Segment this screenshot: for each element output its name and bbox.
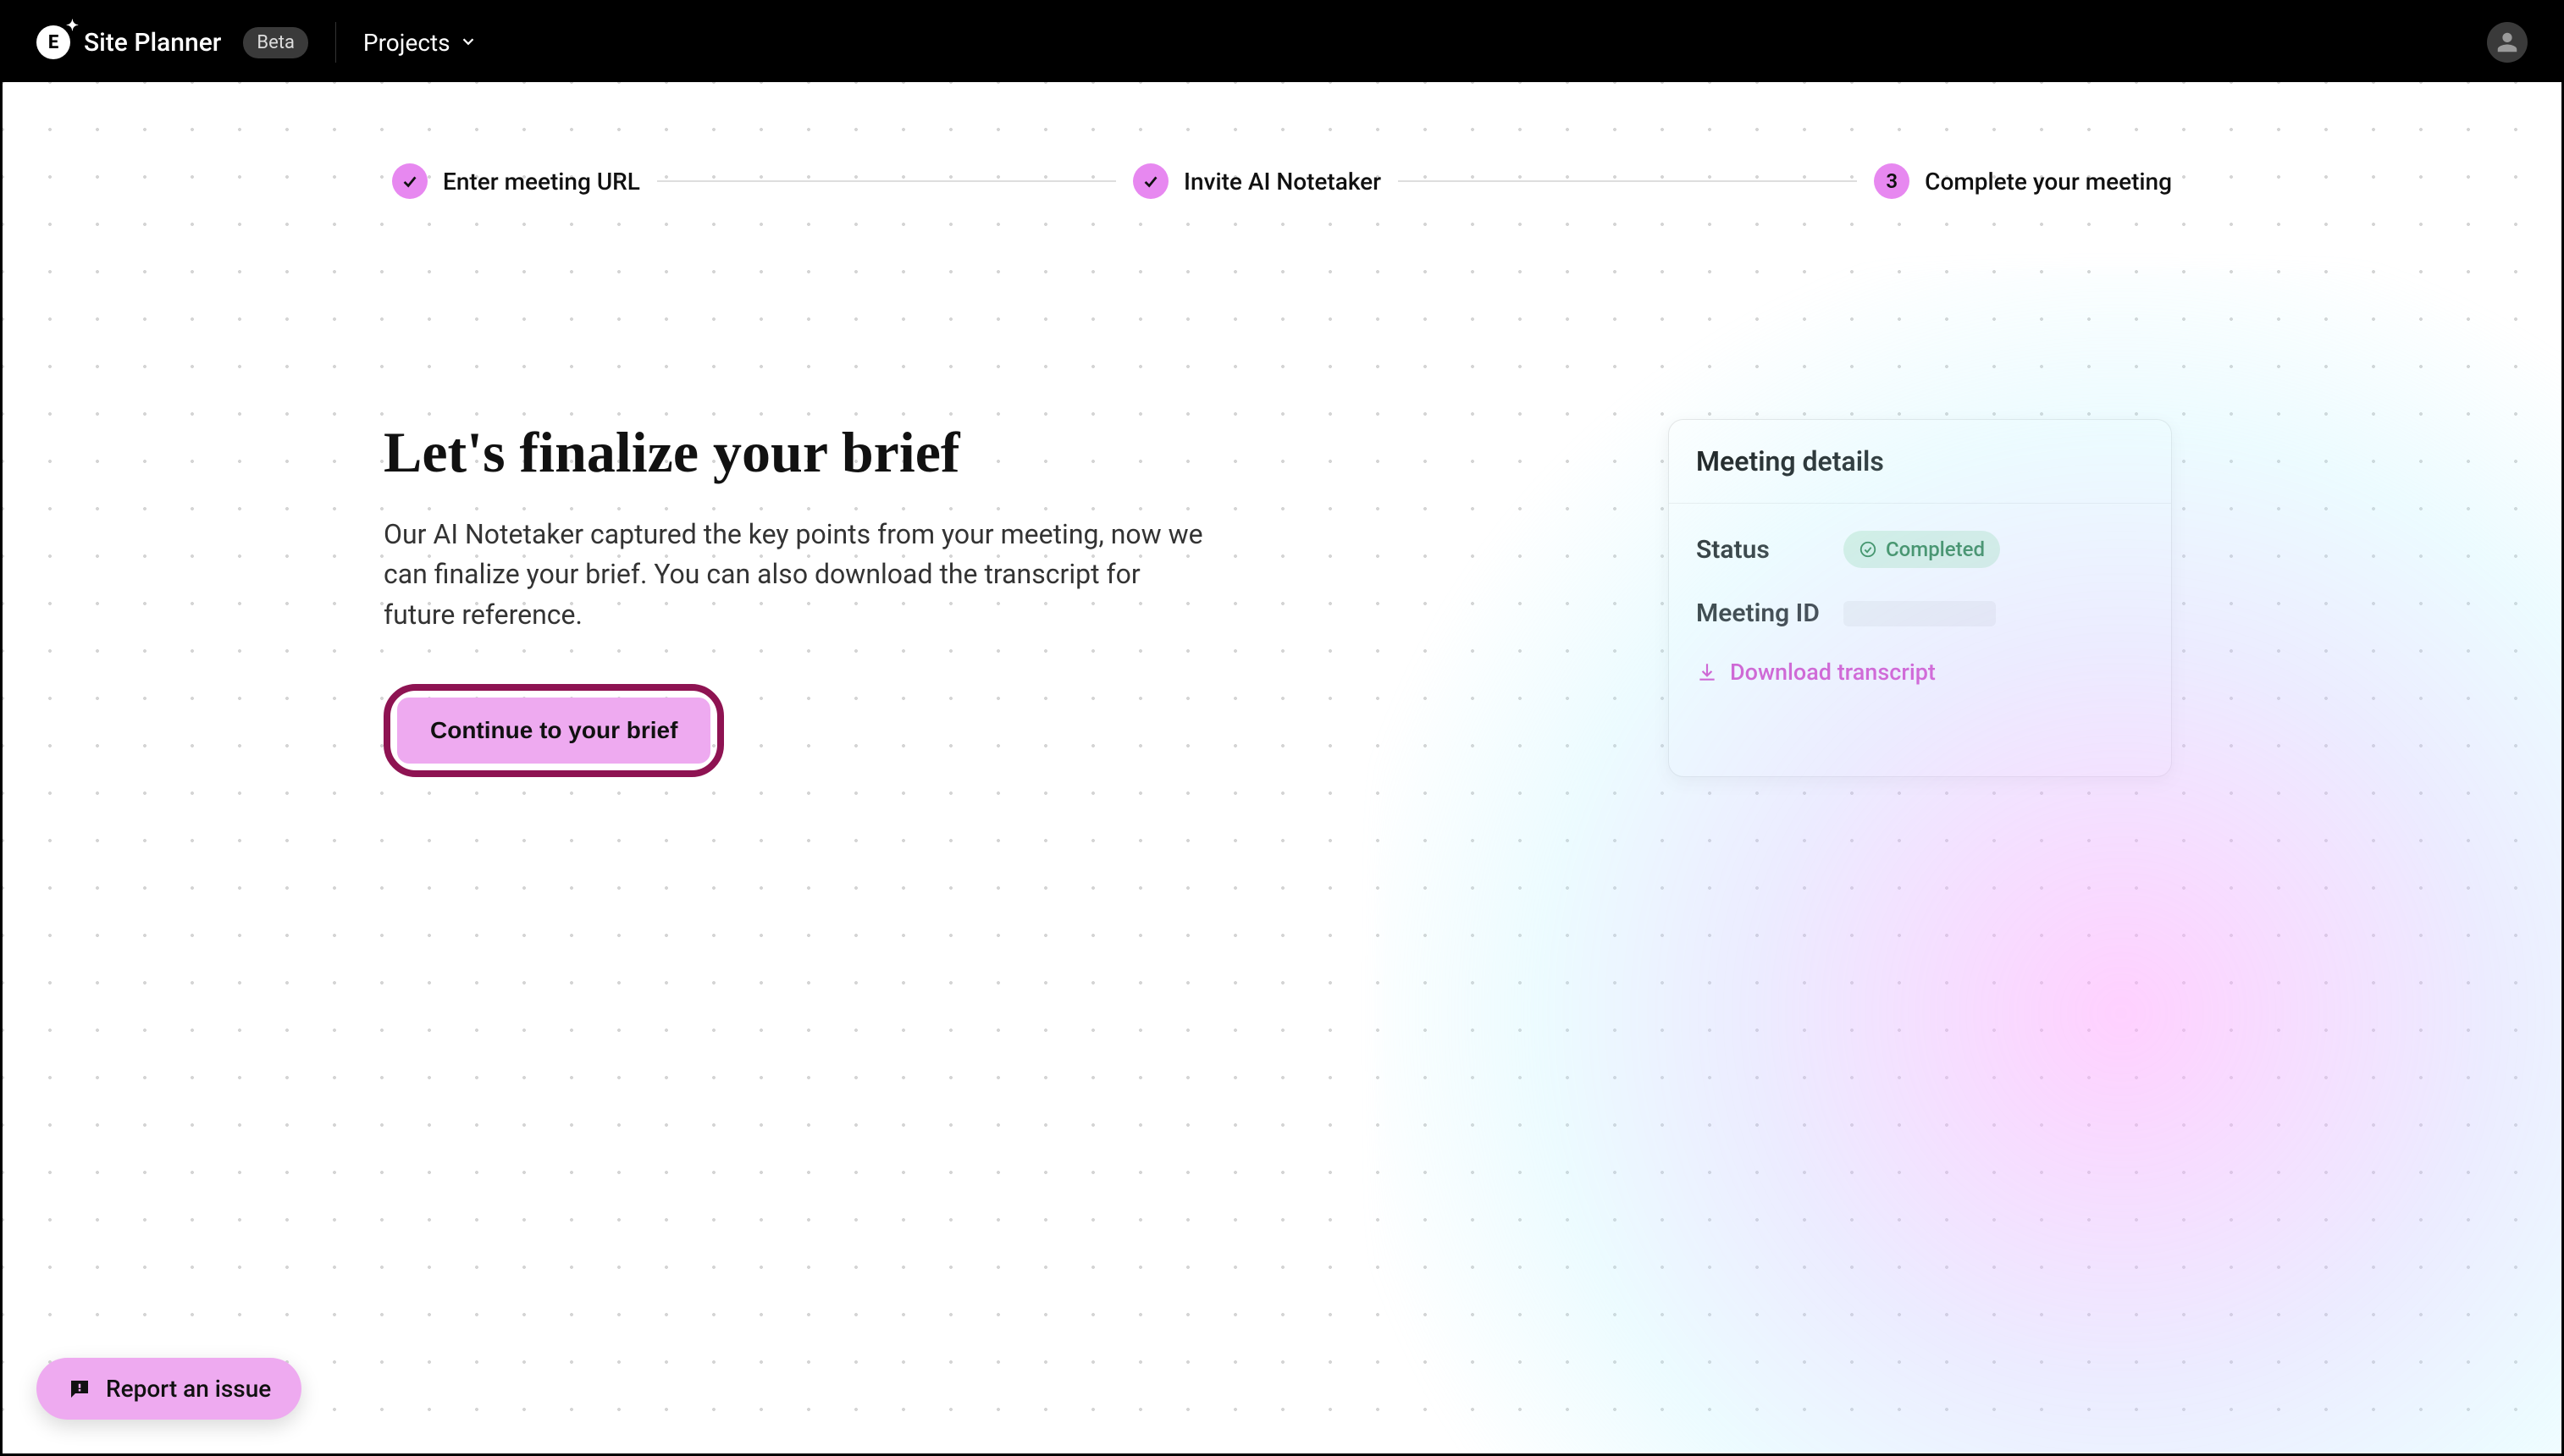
card-body: Status Completed Meeting ID Download tra… bbox=[1669, 504, 2171, 713]
nav-divider bbox=[335, 22, 336, 63]
content-row: Let's finalize your brief Our AI Notetak… bbox=[3, 199, 2561, 777]
projects-label: Projects bbox=[363, 29, 450, 57]
status-badge: Completed bbox=[1843, 531, 2000, 568]
progress-stepper: Enter meeting URL Invite AI Notetaker 3 … bbox=[3, 82, 2561, 199]
download-icon bbox=[1696, 661, 1718, 683]
top-nav: E Site Planner Beta Projects bbox=[3, 3, 2561, 82]
step-3: 3 Complete your meeting bbox=[1874, 163, 2172, 199]
step-3-badge: 3 bbox=[1874, 163, 1909, 199]
check-icon bbox=[1141, 172, 1160, 190]
check-icon bbox=[401, 172, 419, 190]
logo-wrap: E Site Planner Beta bbox=[36, 25, 308, 59]
report-issue-label: Report an issue bbox=[106, 1375, 271, 1403]
step-3-label: Complete your meeting bbox=[1925, 168, 2172, 196]
app-title: Site Planner bbox=[84, 28, 221, 58]
chat-alert-icon bbox=[67, 1376, 92, 1402]
step-1-badge bbox=[392, 163, 428, 199]
status-label: Status bbox=[1696, 535, 1823, 565]
step-2-badge bbox=[1133, 163, 1169, 199]
chevron-down-icon bbox=[459, 29, 478, 57]
meeting-details-card: Meeting details Status Completed Meeting… bbox=[1668, 419, 2172, 777]
continue-to-brief-button[interactable]: Continue to your brief bbox=[397, 698, 710, 764]
step-connector bbox=[1398, 180, 1857, 182]
meeting-id-row: Meeting ID bbox=[1696, 598, 2144, 628]
status-value: Completed bbox=[1886, 538, 1985, 561]
step-2-label: Invite AI Notetaker bbox=[1184, 168, 1381, 196]
projects-dropdown[interactable]: Projects bbox=[363, 29, 478, 57]
step-2: Invite AI Notetaker bbox=[1133, 163, 1381, 199]
step-connector bbox=[657, 180, 1116, 182]
beta-badge: Beta bbox=[243, 27, 308, 58]
download-transcript-label: Download transcript bbox=[1730, 659, 1936, 686]
cta-highlight-ring: Continue to your brief bbox=[384, 684, 724, 777]
card-header: Meeting details bbox=[1669, 420, 2171, 504]
app-logo-icon: E bbox=[36, 25, 70, 59]
page-subtext: Our AI Notetaker captured the key points… bbox=[384, 515, 1213, 635]
download-transcript-link[interactable]: Download transcript bbox=[1696, 659, 2144, 686]
meeting-id-value-redacted bbox=[1843, 601, 1996, 626]
user-avatar[interactable] bbox=[2487, 22, 2528, 63]
meeting-id-label: Meeting ID bbox=[1696, 598, 1823, 628]
status-row: Status Completed bbox=[1696, 531, 2144, 568]
page-heading: Let's finalize your brief bbox=[384, 419, 1281, 486]
person-icon bbox=[2495, 30, 2520, 55]
left-column: Let's finalize your brief Our AI Notetak… bbox=[384, 419, 1281, 777]
page-canvas: Enter meeting URL Invite AI Notetaker 3 … bbox=[3, 82, 2561, 1453]
step-1: Enter meeting URL bbox=[392, 163, 640, 199]
step-1-label: Enter meeting URL bbox=[443, 168, 640, 196]
check-circle-icon bbox=[1859, 540, 1877, 559]
report-issue-button[interactable]: Report an issue bbox=[36, 1358, 301, 1420]
card-title: Meeting details bbox=[1696, 445, 2144, 477]
